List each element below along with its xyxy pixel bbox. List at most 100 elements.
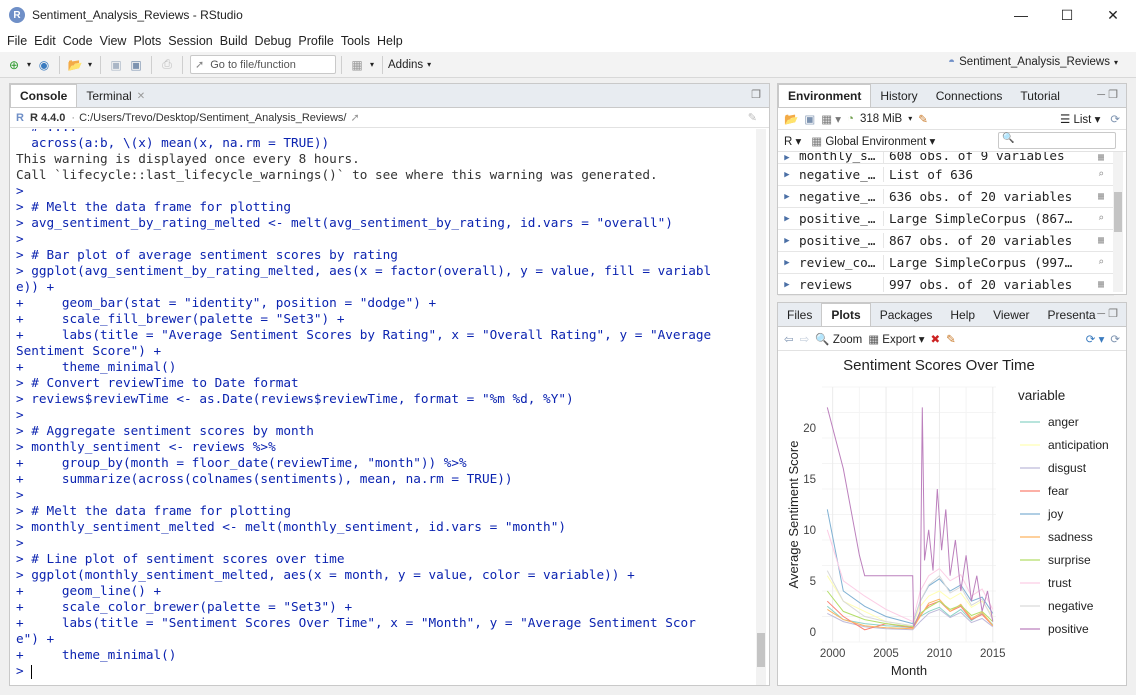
refresh-plot-icon[interactable]: ⟳: [1110, 332, 1120, 346]
env-scope-bar: R ▾ ▦ Global Environment ▾ 🔍: [778, 130, 1126, 152]
tab-files[interactable]: Files: [778, 304, 821, 326]
scrollbar-thumb[interactable]: [757, 633, 765, 667]
menu-view[interactable]: View: [97, 34, 131, 48]
tab-connections[interactable]: Connections: [927, 85, 1012, 107]
menu-edit[interactable]: Edit: [31, 34, 60, 48]
view-table-icon[interactable]: ▦: [1098, 235, 1114, 246]
goto-file-input[interactable]: ➚ Go to file/function: [190, 55, 336, 74]
print-icon[interactable]: ⎙: [157, 56, 177, 74]
save-icon[interactable]: ▣: [106, 56, 126, 74]
menu-help[interactable]: Help: [374, 34, 407, 48]
env-row[interactable]: ▶ positive_… 867 obs. of 20 variables ▦: [778, 230, 1114, 252]
inspect-icon[interactable]: ⌕: [1098, 257, 1114, 268]
memory-dropdown-icon[interactable]: ▾: [908, 114, 912, 123]
minimize-button[interactable]: —: [998, 0, 1044, 30]
export-button[interactable]: ▦ Export ▾: [868, 332, 924, 346]
tab-help[interactable]: Help: [941, 304, 984, 326]
scope-label: Global Environment: [825, 135, 927, 148]
pane-size-controls-icon[interactable]: ─ ❐: [1097, 307, 1118, 320]
env-object-name: positive_…: [796, 233, 884, 248]
tab-environment[interactable]: Environment: [778, 84, 872, 107]
console-scrollbar[interactable]: [756, 129, 766, 685]
dropdown-icon[interactable]: ▾: [85, 56, 95, 74]
memory-usage-icon[interactable]: ◔: [847, 113, 854, 125]
tab-packages[interactable]: Packages: [871, 304, 942, 326]
menu-debug[interactable]: Debug: [252, 34, 296, 48]
go-to-directory-icon[interactable]: ➚: [350, 111, 359, 124]
pane-size-controls-icon[interactable]: ─ ❐: [1097, 88, 1118, 101]
tab-plots[interactable]: Plots: [821, 303, 871, 326]
new-project-icon[interactable]: ◉: [34, 56, 54, 74]
remove-plot-icon[interactable]: ✖: [931, 332, 941, 346]
inspect-icon[interactable]: ⌕: [1098, 169, 1114, 180]
dropdown-icon[interactable]: ▾: [367, 56, 377, 74]
maximize-pane-icon[interactable]: ❐: [751, 88, 761, 101]
load-workspace-icon[interactable]: 📂: [784, 112, 798, 126]
save-workspace-icon[interactable]: ▣: [804, 112, 815, 126]
expand-icon[interactable]: ▶: [778, 258, 796, 268]
env-tabbar: Environment History Connections Tutorial…: [778, 84, 1126, 108]
menu-session[interactable]: Session: [165, 34, 216, 48]
close-button[interactable]: ✕: [1090, 0, 1136, 30]
env-row[interactable]: ▶ negative_… List of 636 ⌕: [778, 164, 1114, 186]
dropdown-icon[interactable]: ▾: [24, 56, 34, 74]
env-scrollbar-thumb[interactable]: [1114, 192, 1122, 232]
env-row[interactable]: ▶ reviews 997 obs. of 20 variables ▦: [778, 274, 1114, 296]
new-file-icon[interactable]: ⊕: [4, 56, 24, 74]
menu-build[interactable]: Build: [217, 34, 252, 48]
tab-presentation[interactable]: Presenta: [1039, 304, 1105, 326]
tab-tutorial[interactable]: Tutorial: [1011, 85, 1069, 107]
clear-plots-icon[interactable]: ✎: [946, 332, 956, 346]
clear-console-icon[interactable]: ✎: [748, 111, 757, 124]
refresh-icon[interactable]: ⟳: [1110, 112, 1120, 126]
tab-console[interactable]: Console: [10, 84, 78, 107]
env-row[interactable]: ▶ negative_… 636 obs. of 20 variables ▦: [778, 186, 1114, 208]
env-search-input[interactable]: 🔍: [998, 132, 1116, 149]
inspect-icon[interactable]: ⌕: [1098, 213, 1114, 224]
memory-usage[interactable]: 318 MiB: [860, 113, 902, 125]
expand-icon[interactable]: ▶: [778, 153, 796, 163]
previous-plot-icon[interactable]: ⇦: [784, 332, 794, 346]
view-table-icon[interactable]: ▦: [1098, 279, 1114, 290]
menu-tools[interactable]: Tools: [338, 34, 374, 48]
console-cursor[interactable]: [31, 664, 33, 679]
view-table-icon[interactable]: ▦: [1098, 152, 1114, 163]
list-view-menu[interactable]: ☰ List ▾: [1060, 112, 1100, 126]
close-tab-icon[interactable]: ✕: [137, 91, 145, 102]
expand-icon[interactable]: ▶: [778, 214, 796, 224]
next-plot-icon[interactable]: ⇨: [800, 332, 810, 346]
maximize-button[interactable]: ☐: [1044, 0, 1090, 30]
env-scrollbar[interactable]: [1113, 152, 1123, 292]
tab-terminal[interactable]: Terminal ✕: [77, 85, 154, 107]
menu-plots[interactable]: Plots: [130, 34, 165, 48]
save-all-icon[interactable]: ▣: [126, 56, 146, 74]
expand-icon[interactable]: ▶: [778, 236, 796, 246]
toolbar-divider: [382, 55, 383, 74]
publish-icon[interactable]: ⟳ ▾: [1086, 332, 1105, 346]
menu-file[interactable]: File: [4, 34, 31, 48]
menu-code[interactable]: Code: [60, 34, 97, 48]
console-line: + group_by(month = floor_date(reviewTime…: [16, 455, 467, 470]
grid-layout-icon[interactable]: ▦: [347, 56, 367, 74]
expand-icon[interactable]: ▶: [778, 192, 796, 202]
view-table-icon[interactable]: ▦: [1098, 191, 1114, 202]
import-dataset-icon[interactable]: ▦ ▾: [821, 112, 841, 126]
env-row[interactable]: ▶ monthly_s… 608 obs. of 9 variables ▦: [778, 152, 1114, 164]
tab-viewer[interactable]: Viewer: [984, 304, 1038, 326]
zoom-button[interactable]: 🔍 Zoom: [815, 332, 862, 346]
console-output[interactable]: # .... across(a:b, \(x) mean(x, na.rm = …: [10, 129, 755, 685]
scope-select[interactable]: ▦ Global Environment ▾: [811, 134, 935, 148]
clear-workspace-icon[interactable]: ✎: [918, 112, 928, 126]
env-row[interactable]: ▶ positive_… Large SimpleCorpus (867… ⌕: [778, 208, 1114, 230]
env-row[interactable]: ▶ review_co… Large SimpleCorpus (997… ⌕: [778, 252, 1114, 274]
expand-icon[interactable]: ▶: [778, 170, 796, 180]
addins-dropdown-icon[interactable]: ▾: [427, 60, 431, 69]
language-select[interactable]: R ▾: [784, 134, 801, 148]
console-tabbar: Console Terminal ✕ ❐: [10, 84, 769, 108]
expand-icon[interactable]: ▶: [778, 280, 796, 290]
project-menu[interactable]: ◓ Sentiment_Analysis_Reviews ▾: [948, 56, 1118, 68]
tab-history[interactable]: History: [871, 85, 926, 107]
open-file-icon[interactable]: 📂: [65, 56, 85, 74]
menu-profile[interactable]: Profile: [295, 34, 337, 48]
addins-menu[interactable]: Addins: [388, 59, 423, 71]
